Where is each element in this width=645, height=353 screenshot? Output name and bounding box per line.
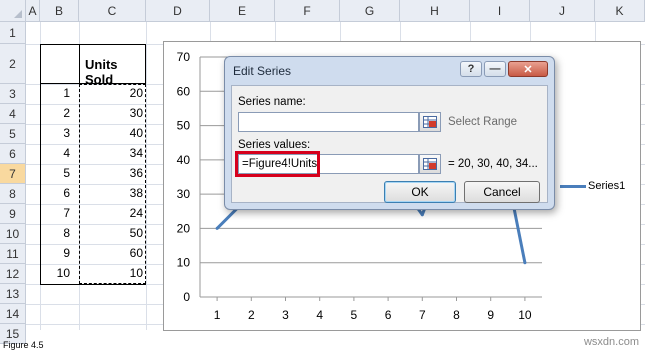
range-select-icon <box>423 158 437 170</box>
series1-point <box>215 226 219 230</box>
minimize-button[interactable]: — <box>484 61 506 77</box>
x-tick-label: 10 <box>518 308 532 322</box>
x-tick-label: 6 <box>385 308 392 322</box>
close-button[interactable]: ✕ <box>508 61 548 77</box>
index-cell[interactable]: 9 <box>40 244 73 263</box>
index-cell[interactable]: 10 <box>40 264 73 283</box>
series-values-range-button[interactable] <box>419 154 441 174</box>
index-cell[interactable]: 6 <box>40 184 73 203</box>
series-values-label: Series values: <box>238 139 311 151</box>
column-header-a[interactable]: A <box>26 0 40 22</box>
x-tick-label: 1 <box>214 308 221 322</box>
series-values-input[interactable]: =Figure4!Units <box>238 154 419 174</box>
series-name-range-button[interactable] <box>419 112 441 132</box>
dialog-title-buttons: ? — ✕ <box>460 61 548 77</box>
index-cell[interactable]: 2 <box>40 104 73 123</box>
series-values-preview: = 20, 30, 40, 34... <box>448 158 538 170</box>
y-tick-label: 60 <box>177 84 191 98</box>
column-header-f[interactable]: F <box>275 0 340 22</box>
row-header-13[interactable]: 13 <box>0 284 26 304</box>
row-header-11[interactable]: 11 <box>0 244 26 264</box>
legend-label: Series1 <box>588 180 626 192</box>
y-tick-label: 30 <box>177 187 191 201</box>
row-header-10[interactable]: 10 <box>0 224 26 244</box>
x-tick-label: 2 <box>248 308 255 322</box>
row-header-2[interactable]: 2 <box>0 44 26 84</box>
cancel-button[interactable]: Cancel <box>464 181 540 203</box>
x-tick-label: 5 <box>351 308 358 322</box>
x-tick-label: 4 <box>316 308 323 322</box>
series1-point <box>420 213 424 217</box>
x-tick-label: 9 <box>487 308 494 322</box>
help-button[interactable]: ? <box>460 61 482 77</box>
column-header-i[interactable]: I <box>470 0 530 22</box>
series1-point <box>523 261 527 265</box>
row-header-1[interactable]: 1 <box>0 22 26 44</box>
select-all-corner[interactable] <box>0 0 26 22</box>
column-header-j[interactable]: J <box>530 0 595 22</box>
y-tick-label: 50 <box>177 119 191 133</box>
index-cell[interactable]: 5 <box>40 164 73 183</box>
watermark: wsxdn.com <box>583 336 639 348</box>
y-tick-label: 70 <box>177 50 191 64</box>
row-header-12[interactable]: 12 <box>0 264 26 284</box>
row-header-8[interactable]: 8 <box>0 184 26 204</box>
x-tick-label: 7 <box>419 308 426 322</box>
column-header-h[interactable]: H <box>400 0 470 22</box>
y-tick-label: 20 <box>177 221 191 235</box>
row-header-4[interactable]: 4 <box>0 104 26 124</box>
x-tick-label: 3 <box>282 308 289 322</box>
dialog-title: Edit Series <box>233 64 292 78</box>
y-tick-label: 0 <box>183 290 190 304</box>
copy-marquee-selection <box>79 84 146 284</box>
dialog-body: Series name: Select Range Series values:… <box>231 85 548 203</box>
column-header-b[interactable]: B <box>40 0 79 22</box>
index-cell[interactable]: 1 <box>40 84 73 103</box>
index-cell[interactable]: 7 <box>40 204 73 223</box>
index-cell[interactable]: 8 <box>40 224 73 243</box>
y-tick-label: 40 <box>177 153 191 167</box>
column-header-k[interactable]: K <box>595 0 645 22</box>
column-header-c[interactable]: C <box>79 0 146 22</box>
series-name-input[interactable] <box>238 112 419 132</box>
y-tick-label: 10 <box>177 256 191 270</box>
row-header-7[interactable]: 7 <box>0 164 26 184</box>
series-name-label: Series name: <box>238 96 306 108</box>
legend-swatch <box>560 184 586 188</box>
table-bottom-border <box>40 284 146 285</box>
x-tick-label: 8 <box>453 308 460 322</box>
index-cell[interactable]: 4 <box>40 144 73 163</box>
row-header-3[interactable]: 3 <box>0 84 26 104</box>
units-sold-header-cell[interactable]: Units Sold <box>40 44 146 87</box>
header-cell-divider <box>79 45 80 83</box>
column-header-g[interactable]: G <box>340 0 400 22</box>
chart-legend[interactable]: Series1 <box>560 180 625 192</box>
row-header-9[interactable]: 9 <box>0 204 26 224</box>
units-sold-header: Units Sold <box>85 57 118 87</box>
range-select-icon <box>423 116 437 128</box>
edit-series-dialog: Edit Series ? — ✕ Series name: Select Ra… <box>224 56 555 210</box>
index-cell[interactable]: 3 <box>40 124 73 143</box>
row-header-6[interactable]: 6 <box>0 144 26 164</box>
column-header-e[interactable]: E <box>210 0 275 22</box>
row-header-5[interactable]: 5 <box>0 124 26 144</box>
figure-caption: Figure 4.5 <box>3 340 44 350</box>
row-header-14[interactable]: 14 <box>0 304 26 324</box>
select-range-text: Select Range <box>448 116 518 128</box>
column-header-d[interactable]: D <box>146 0 210 22</box>
ok-button[interactable]: OK <box>384 181 456 203</box>
